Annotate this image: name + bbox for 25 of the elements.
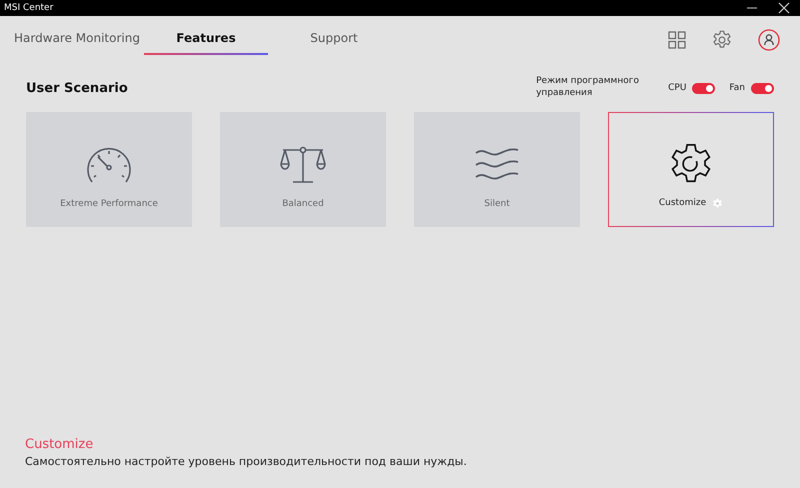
scenario-label: Customize [658,198,706,208]
toggle-switch[interactable] [692,82,716,94]
mode-label: Режим программного управления [536,76,640,100]
scenario-label: Extreme Performance [60,199,158,209]
tab[interactable]: Hardware Monitoring [14,25,140,55]
description-text: Самостоятельно настройте уровень производительности под ваши нужды. [25,455,468,468]
tab[interactable]: Features [144,25,268,55]
scenario-label: Balanced [282,199,324,209]
scenario-card[interactable]: Balanced [220,112,386,227]
window-title: MSI Center [4,3,54,13]
toggle-label: Fan [729,83,745,93]
scenario-label: Silent [484,199,510,209]
close-icon[interactable] [778,2,790,14]
scale-icon [280,146,326,186]
description-title: Customize [25,437,94,452]
toggle-label: CPU [668,83,686,93]
tab[interactable]: Support [272,25,396,55]
settings-icon[interactable] [712,30,732,50]
user-icon[interactable] [758,29,780,51]
scenario-card[interactable]: Extreme Performance [26,112,192,227]
section-title: User Scenario [26,80,128,96]
grid-icon[interactable] [668,31,686,49]
toggle-switch[interactable] [751,82,774,94]
scenario-card[interactable]: Customize [608,112,774,227]
scenario-card[interactable]: Silent [414,112,580,227]
